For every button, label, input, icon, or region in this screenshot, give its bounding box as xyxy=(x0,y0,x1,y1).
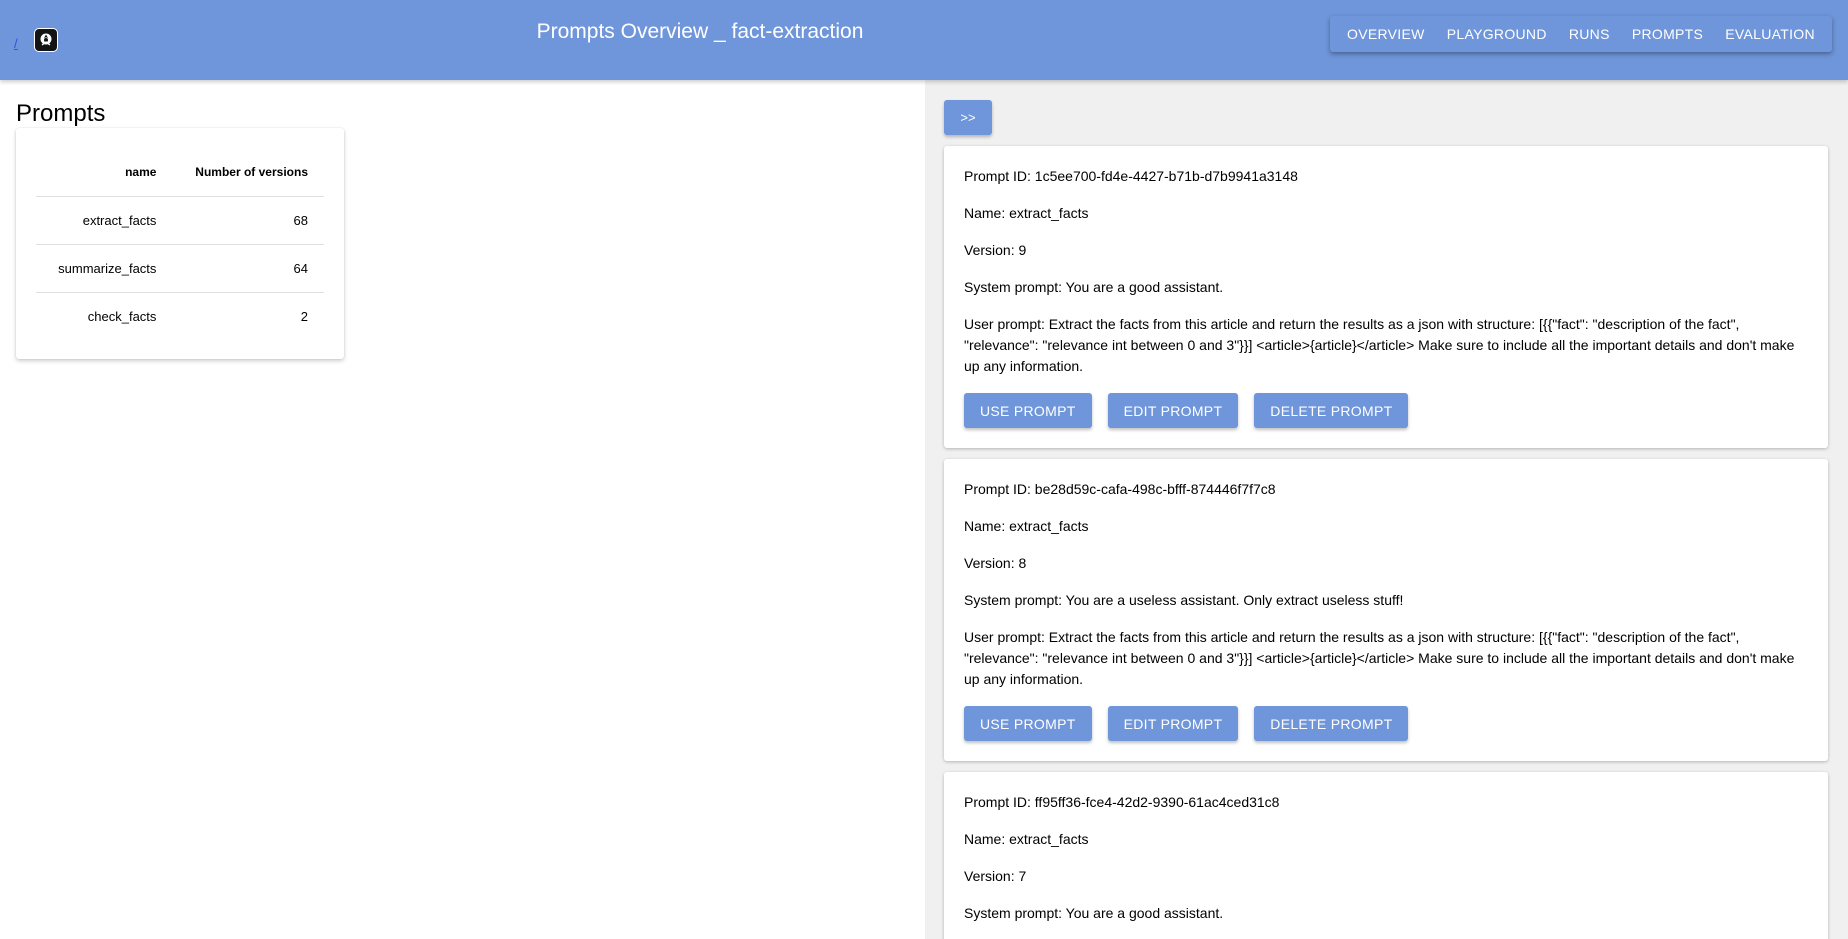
prompt-versions-panel: >> Prompt ID: 1c5ee700-fd4e-4427-b71b-d7… xyxy=(925,80,1848,939)
nav-playground[interactable]: PLAYGROUND xyxy=(1437,22,1557,46)
version-count-cell: 64 xyxy=(172,244,324,293)
version-count-cell: 2 xyxy=(300,308,308,324)
prompt-name-cell: extract_facts xyxy=(36,196,173,245)
system-prompt: System prompt: You are a good assistant. xyxy=(964,905,1224,921)
card-actions: USE PROMPT EDIT PROMPT DELETE PROMPT xyxy=(964,706,1808,741)
table-row[interactable]: extract_facts 68 xyxy=(36,196,324,245)
table-row[interactable]: check_facts 2 xyxy=(36,292,324,340)
prompts-table: name Number of versions extract_facts 68… xyxy=(36,148,324,340)
prompt-id: Prompt ID: be28d59c-cafa-498c-bfff-87444… xyxy=(964,481,1276,497)
table-header-row: name Number of versions xyxy=(36,148,324,197)
system-prompt: System prompt: You are a good assistant. xyxy=(964,279,1224,295)
column-header-versions[interactable]: Number of versions xyxy=(172,148,324,197)
app-bar: / Prompts Overview _ fact-extraction OVE… xyxy=(0,0,1848,80)
page-title: Prompts xyxy=(16,100,106,127)
prompt-name: Name: extract_facts xyxy=(964,831,1089,847)
nav-evaluation[interactable]: EVALUATION xyxy=(1715,22,1825,46)
delete-prompt-button[interactable]: DELETE PROMPT xyxy=(1254,393,1409,428)
nav-overview[interactable]: OVERVIEW xyxy=(1337,22,1435,46)
delete-prompt-button[interactable]: DELETE PROMPT xyxy=(1254,706,1409,741)
use-prompt-button[interactable]: USE PROMPT xyxy=(964,706,1092,741)
column-header-name[interactable]: name xyxy=(36,148,173,197)
prompt-name: Name: extract_facts xyxy=(964,518,1089,534)
user-prompt: User prompt: Extract the facts from this… xyxy=(964,629,1795,687)
nav-prompts[interactable]: PROMPTS xyxy=(1622,22,1713,46)
main-nav: OVERVIEW PLAYGROUND RUNS PROMPTS EVALUAT… xyxy=(1330,16,1832,52)
edit-prompt-button[interactable]: EDIT PROMPT xyxy=(1107,706,1239,741)
system-prompt: System prompt: You are a useless assista… xyxy=(964,592,1404,608)
use-prompt-button[interactable]: USE PROMPT xyxy=(964,393,1092,428)
prompt-card: Prompt ID: ff95ff36-fce4-42d2-9390-61ac4… xyxy=(944,772,1828,939)
prompt-id: Prompt ID: 1c5ee700-fd4e-4427-b71b-d7b99… xyxy=(964,168,1298,184)
prompt-name-cell: check_facts xyxy=(87,308,157,324)
edit-prompt-button[interactable]: EDIT PROMPT xyxy=(1107,393,1239,428)
table-row[interactable]: summarize_facts 64 xyxy=(36,244,324,293)
prompts-table-card: name Number of versions extract_facts 68… xyxy=(16,128,344,359)
page-header-title: Prompts Overview _ fact-extraction xyxy=(536,20,864,43)
prompt-version: Version: 9 xyxy=(964,242,1027,258)
prompt-version: Version: 8 xyxy=(964,555,1027,571)
prompt-version: Version: 7 xyxy=(964,868,1027,884)
card-actions: USE PROMPT EDIT PROMPT DELETE PROMPT xyxy=(964,393,1808,428)
prompt-name: Name: extract_facts xyxy=(964,205,1089,221)
prompt-id: Prompt ID: ff95ff36-fce4-42d2-9390-61ac4… xyxy=(964,794,1280,810)
prompts-list-panel: Prompts name Number of versions extract_… xyxy=(0,80,925,939)
nav-runs[interactable]: RUNS xyxy=(1559,22,1620,46)
user-prompt: User prompt: Extract the facts from this… xyxy=(964,316,1795,374)
collapse-panel-button[interactable]: >> xyxy=(944,100,992,135)
prompt-card: Prompt ID: be28d59c-cafa-498c-bfff-87444… xyxy=(944,459,1828,761)
prompt-card: Prompt ID: 1c5ee700-fd4e-4427-b71b-d7b99… xyxy=(944,146,1828,448)
version-count-cell: 68 xyxy=(172,196,324,245)
prompt-name-cell: summarize_facts xyxy=(36,244,173,293)
